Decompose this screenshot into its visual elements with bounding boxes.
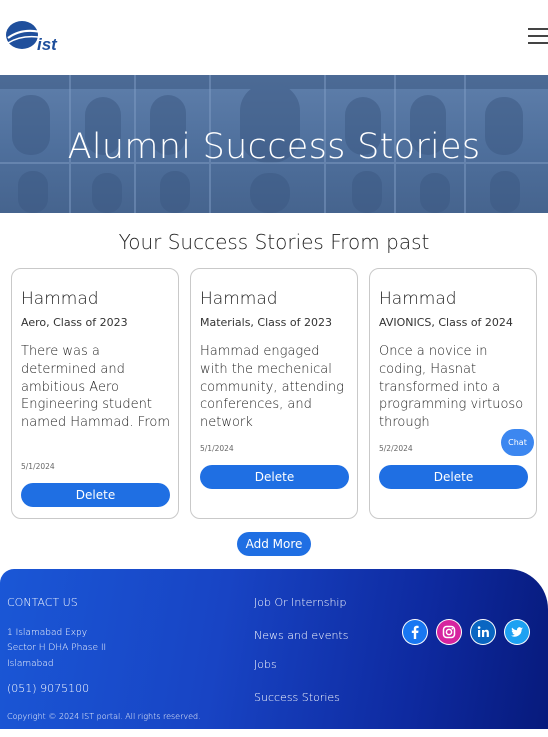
- story-excerpt: Once a novice in coding, Hasnat transfor…: [379, 344, 524, 431]
- twitter-icon[interactable]: [504, 619, 530, 645]
- chat-button[interactable]: Chat: [501, 429, 534, 456]
- story-date: 5/1/2024: [21, 462, 55, 471]
- footer-link-jobs[interactable]: Jobs: [254, 658, 277, 671]
- footer-link-news-events[interactable]: News and events: [254, 629, 348, 642]
- story-date: 5/1/2024: [200, 444, 234, 453]
- add-more-button[interactable]: Add More: [237, 532, 311, 556]
- address-line: Islamabad: [7, 659, 54, 669]
- phone-number[interactable]: (051) 9075100: [7, 682, 89, 695]
- story-date: 5/2/2024: [379, 444, 413, 453]
- site-header: ist: [0, 0, 548, 75]
- story-excerpt: There was a determined and ambitious Aer…: [21, 344, 171, 431]
- delete-button[interactable]: Delete: [379, 465, 528, 489]
- section-title: Your Success Stories From past: [118, 230, 430, 254]
- hero-banner: Alumni Success Stories: [0, 75, 548, 213]
- story-card: Hammad Aero, Class of 2023 There was a d…: [11, 268, 179, 519]
- alumni-department-class: AVIONICS, Class of 2024: [379, 316, 513, 329]
- alumni-name: Hammad: [21, 289, 99, 309]
- contact-heading: CONTACT US: [7, 596, 78, 609]
- alumni-name: Hammad: [200, 289, 278, 309]
- address-line: Sector H DHA Phase II: [7, 643, 107, 653]
- alumni-department-class: Aero, Class of 2023: [21, 316, 128, 329]
- address-line: 1 Islamabad Expy: [7, 628, 88, 638]
- hero-title: Alumni Success Stories: [67, 127, 481, 167]
- hamburger-menu-icon[interactable]: [528, 28, 548, 46]
- delete-button[interactable]: Delete: [200, 465, 349, 489]
- linkedin-icon[interactable]: [470, 619, 496, 645]
- story-excerpt: Hammad engaged with the mechenical commu…: [200, 344, 344, 431]
- story-card: Hammad AVIONICS, Class of 2024 Once a no…: [369, 268, 537, 519]
- facebook-icon[interactable]: [402, 619, 428, 645]
- alumni-name: Hammad: [379, 289, 457, 309]
- footer-link-success-stories[interactable]: Success Stories: [254, 691, 340, 704]
- delete-button[interactable]: Delete: [21, 483, 170, 507]
- logo-text: ist: [37, 35, 58, 54]
- alumni-department-class: Materials, Class of 2023: [200, 316, 332, 329]
- footer-link-job-internship[interactable]: Job Or Internship: [254, 596, 346, 609]
- copyright-text: Copyright © 2024 IST portal. All rights …: [7, 712, 201, 721]
- ist-logo[interactable]: ist: [4, 16, 66, 56]
- story-card: Hammad Materials, Class of 2023 Hammad e…: [190, 268, 358, 519]
- instagram-icon[interactable]: [436, 619, 462, 645]
